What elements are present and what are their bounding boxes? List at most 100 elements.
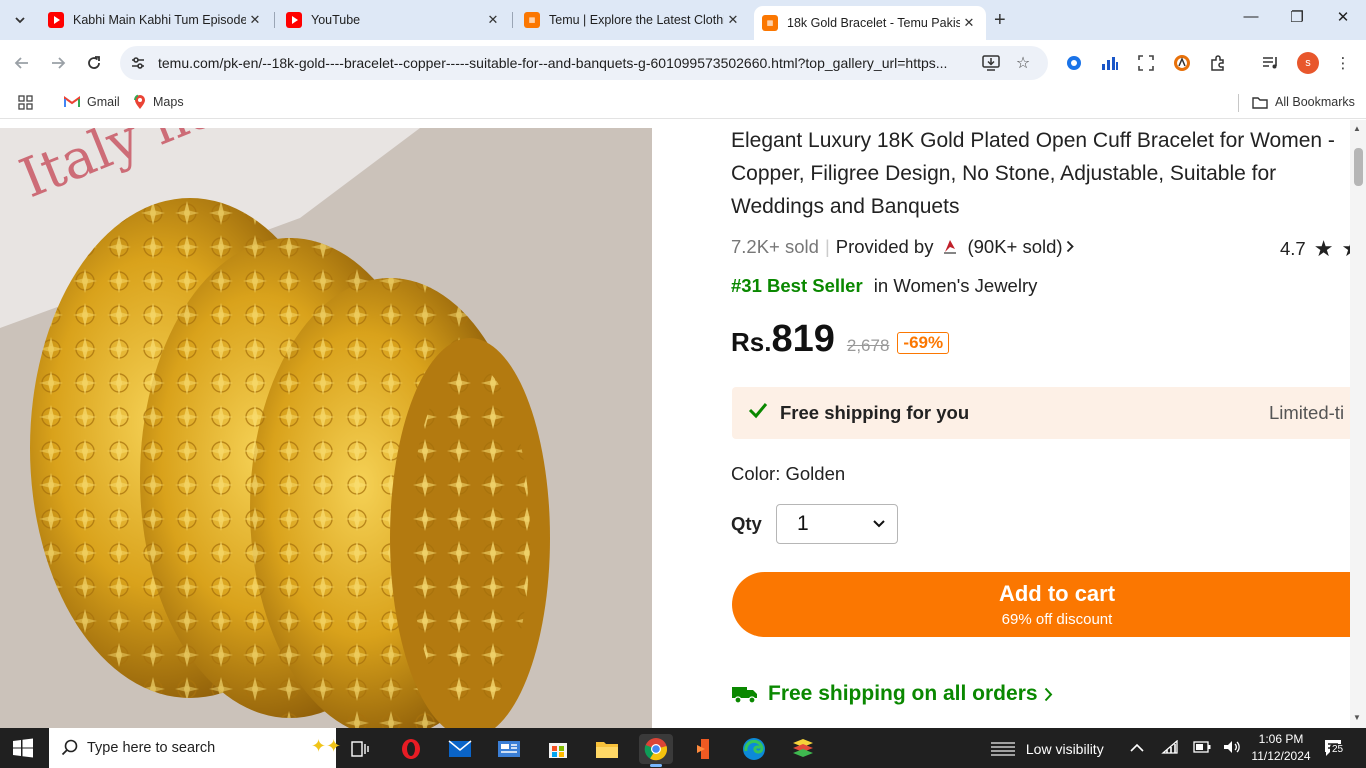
rating[interactable]: 4.7 ★ ★	[1280, 236, 1361, 262]
close-window-button[interactable]: ✕	[1331, 8, 1355, 26]
media-control-icon[interactable]	[1261, 53, 1281, 73]
more-menu-icon[interactable]: ⋮	[1333, 53, 1353, 73]
gmail-icon	[64, 96, 80, 108]
tab-divider	[274, 12, 275, 28]
free-shipping-banner[interactable]: Free shipping for you Limited-ti	[732, 387, 1366, 439]
sparkle-icon: ✦✦	[311, 736, 342, 756]
address-bar[interactable]: temu.com/pk-en/--18k-gold----bracelet--c…	[120, 46, 1048, 80]
profile-avatar[interactable]: s	[1297, 52, 1319, 74]
task-view-icon[interactable]	[343, 734, 377, 764]
tab-title: Temu | Explore the Latest Clothi	[549, 13, 724, 27]
product-title: Elegant Luxury 18K Gold Plated Open Cuff…	[731, 129, 1335, 218]
fullscreen-extension-icon[interactable]	[1136, 53, 1156, 73]
windows-start-icon[interactable]	[12, 738, 34, 763]
tab-strip: Kabhi Main Kabhi Tum Episode ✕ YouTube ✕…	[0, 0, 1366, 40]
chevron-right-icon[interactable]	[1066, 236, 1074, 258]
store-sold-link[interactable]: (90K+ sold)	[967, 236, 1062, 258]
taskbar-search[interactable]: Type here to search ✦✦	[49, 728, 341, 768]
chrome-icon[interactable]	[639, 734, 673, 767]
search-placeholder: Type here to search	[87, 740, 216, 756]
free-shipping-all-text: Free shipping on all orders	[768, 682, 1038, 705]
extension-a-icon[interactable]	[1172, 53, 1192, 73]
gold-bangles-image: Italy has	[0, 128, 652, 728]
bluestacks-icon[interactable]	[786, 734, 820, 764]
quantity-select[interactable]: 1	[776, 504, 898, 544]
url-text[interactable]: temu.com/pk-en/--18k-gold----bracelet--c…	[158, 55, 978, 71]
bookmark-label: Gmail	[87, 95, 120, 109]
tab-title: 18k Gold Bracelet - Temu Pakist	[787, 16, 960, 30]
notifications-button[interactable]: 25	[1324, 739, 1346, 762]
maps-icon	[134, 94, 146, 110]
system-clock[interactable]: 1:06 PM 11/12/2024	[1250, 731, 1312, 765]
add-to-cart-discount: 69% off discount	[1001, 611, 1113, 628]
close-icon[interactable]: ✕	[724, 11, 742, 29]
site-settings-icon[interactable]	[130, 55, 146, 71]
price-value: 819	[771, 318, 835, 360]
weather-text: Low visibility	[1025, 741, 1104, 758]
tab-3[interactable]: ▦ Temu | Explore the Latest Clothi ✕	[524, 7, 742, 33]
reload-button[interactable]	[81, 50, 107, 76]
minimize-button[interactable]: —	[1239, 8, 1263, 25]
all-bookmarks-button[interactable]: All Bookmarks	[1252, 93, 1355, 111]
wifi-icon[interactable]	[1161, 739, 1179, 757]
new-tab-button[interactable]: +	[994, 9, 1006, 32]
add-to-cart-button[interactable]: Add to cart 69% off discount	[732, 572, 1366, 637]
edge-icon[interactable]	[737, 734, 771, 764]
tab-2[interactable]: YouTube ✕	[286, 7, 502, 33]
opera-icon[interactable]	[394, 734, 428, 764]
volume-icon[interactable]	[1223, 740, 1241, 757]
youtube-icon	[48, 12, 64, 28]
app-orange-icon[interactable]	[688, 734, 722, 764]
free-shipping-all-orders[interactable]: Free shipping on all orders	[731, 682, 1053, 706]
bookmarks-divider	[1238, 94, 1239, 112]
tab-1[interactable]: Kabhi Main Kabhi Tum Episode ✕	[48, 7, 264, 33]
back-button[interactable]	[9, 50, 35, 76]
temu-icon: ▦	[762, 15, 778, 31]
tab-4-active[interactable]: ▦ 18k Gold Bracelet - Temu Pakist ✕	[754, 6, 986, 40]
tab-title: Kabhi Main Kabhi Tum Episode	[73, 13, 246, 27]
temu-icon: ▦	[524, 12, 540, 28]
mail-icon[interactable]	[443, 734, 477, 764]
sold-count: 7.2K+ sold	[731, 236, 819, 257]
close-icon[interactable]: ✕	[246, 11, 264, 29]
extensions-puzzle-icon[interactable]	[1208, 53, 1228, 73]
store-logo-icon[interactable]	[941, 238, 959, 256]
file-explorer-icon[interactable]	[590, 734, 624, 764]
free-shipping-text: Free shipping for you	[780, 402, 970, 423]
bookmark-maps[interactable]: Maps	[134, 93, 184, 111]
tab-divider	[512, 12, 513, 28]
scrollbar-thumb[interactable]	[1354, 148, 1363, 186]
store-icon[interactable]	[541, 734, 575, 764]
battery-icon[interactable]	[1193, 740, 1211, 756]
forward-button[interactable]	[45, 50, 71, 76]
product-image[interactable]: Italy has	[0, 128, 652, 728]
arrow-right-icon	[52, 57, 66, 69]
close-icon[interactable]: ✕	[960, 14, 978, 32]
page-scrollbar[interactable]: ▲ ▼	[1350, 120, 1366, 728]
discount-badge: -69%	[897, 332, 950, 354]
close-icon[interactable]: ✕	[484, 11, 502, 29]
scroll-down-icon[interactable]: ▼	[1353, 713, 1361, 722]
chevron-up-icon[interactable]	[1130, 740, 1144, 756]
best-seller-badge[interactable]: #31 Best Seller in Women's Jewelry	[731, 275, 1037, 297]
install-app-icon[interactable]	[982, 54, 1000, 72]
chevron-right-icon	[1044, 687, 1053, 702]
tab-search-button[interactable]	[6, 6, 34, 34]
news-icon[interactable]	[492, 734, 526, 764]
weather-widget[interactable]: Low visibility	[990, 740, 1104, 761]
apps-button[interactable]	[18, 93, 33, 111]
best-seller-category: in Women's Jewelry	[873, 275, 1038, 296]
extension-globe-icon[interactable]	[1064, 53, 1084, 73]
bookmarks-bar: Gmail Maps All Bookmarks	[0, 86, 1366, 119]
fog-icon	[990, 740, 1016, 761]
bookmark-star-icon[interactable]: ☆	[1014, 54, 1032, 72]
youtube-icon	[286, 12, 302, 28]
notification-count: 25	[1330, 744, 1346, 755]
bookmark-gmail[interactable]: Gmail	[64, 93, 120, 111]
extension-chart-icon[interactable]	[1100, 53, 1120, 73]
scroll-up-icon[interactable]: ▲	[1353, 124, 1361, 133]
arrow-left-icon	[14, 57, 28, 69]
restore-button[interactable]: ❐	[1285, 8, 1309, 26]
truck-icon	[731, 683, 759, 705]
clock-date: 11/12/2024	[1251, 749, 1311, 763]
